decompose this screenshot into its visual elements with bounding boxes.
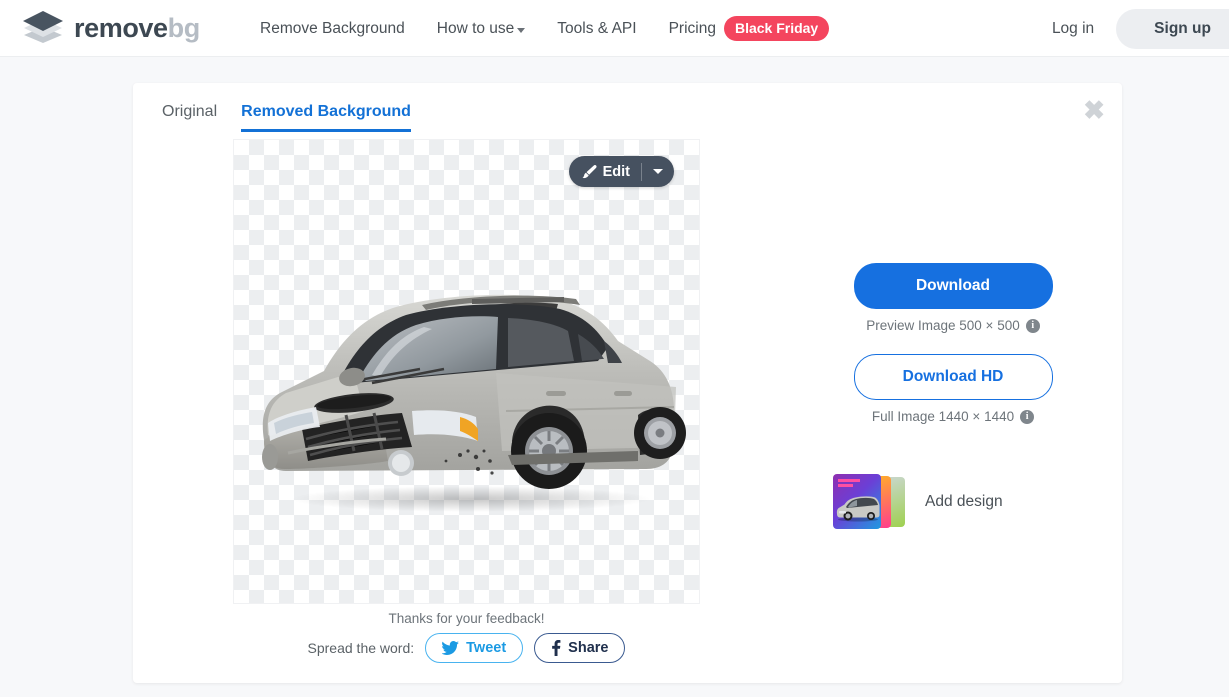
stacked-layers-logo-icon — [22, 9, 64, 47]
add-design-label: Add design — [925, 492, 1003, 510]
image-preview-panel[interactable]: Edit — [233, 139, 700, 604]
nav-item-pricing[interactable]: Pricing Black Friday — [669, 16, 830, 41]
design-thumb-text-line — [838, 484, 853, 487]
nav-item-remove-background[interactable]: Remove Background — [260, 20, 405, 38]
feedback-message: Thanks for your feedback! — [388, 611, 545, 626]
share-button-label: Share — [568, 640, 609, 656]
login-link[interactable]: Log in — [1044, 20, 1102, 38]
tweet-button[interactable]: Tweet — [425, 633, 524, 663]
full-size-note: Full Image 1440 × 1440 i — [813, 409, 1093, 424]
twitter-bird-icon — [442, 641, 460, 655]
nav-label: How to use — [436, 19, 515, 37]
full-size-text: Full Image 1440 × 1440 — [871, 409, 1015, 424]
nav-item-how-to-use[interactable]: How to use — [437, 20, 526, 38]
nav-label: Pricing — [668, 19, 716, 37]
nav-label: Remove Background — [260, 19, 405, 37]
share-row: Spread the word: Tweet Share — [233, 633, 700, 663]
design-thumbnail-stack — [833, 474, 908, 529]
design-thumb-car-icon — [836, 496, 880, 522]
close-icon[interactable]: ✖ — [1083, 97, 1105, 123]
nav-item-tools-api[interactable]: Tools & API — [557, 20, 636, 38]
brush-icon — [582, 165, 597, 179]
logo-text-secondary: bg — [167, 12, 201, 43]
site-header: removebg Remove Background How to use To… — [0, 0, 1229, 57]
info-icon[interactable]: i — [1020, 409, 1035, 424]
tweet-button-label: Tweet — [466, 640, 507, 656]
preview-size-text: Preview Image 500 × 500 — [866, 318, 1020, 333]
signup-button[interactable]: Sign up — [1116, 8, 1229, 49]
facebook-share-button[interactable]: Share — [534, 633, 626, 663]
logo[interactable]: removebg — [22, 9, 200, 47]
design-thumb-purple — [833, 474, 881, 529]
car-image — [262, 294, 686, 512]
edit-button-label: Edit — [602, 163, 630, 180]
tab-removed-background[interactable]: Removed Background — [241, 103, 411, 132]
edit-dropdown-toggle[interactable] — [642, 169, 674, 174]
edit-button-main[interactable]: Edit — [569, 164, 641, 180]
info-icon[interactable]: i — [1025, 318, 1040, 333]
add-design-button[interactable]: Add design — [833, 474, 1093, 529]
main-navigation: Remove Background How to use Tools & API… — [260, 0, 830, 57]
download-hd-button[interactable]: Download HD — [853, 354, 1053, 400]
preview-size-note: Preview Image 500 × 500 i — [813, 318, 1093, 333]
facebook-f-icon — [552, 640, 561, 656]
tab-original[interactable]: Original — [162, 103, 217, 132]
edit-button[interactable]: Edit — [568, 156, 674, 187]
black-friday-badge[interactable]: Black Friday — [723, 16, 830, 41]
download-button[interactable]: Download — [853, 263, 1053, 309]
chevron-down-icon — [517, 27, 526, 33]
result-card: ✖ Original Removed Background Edit Thank… — [133, 83, 1122, 683]
auth-area: Log in Sign up — [1044, 0, 1229, 57]
spread-the-word-label: Spread the word: — [307, 640, 415, 656]
nav-label: Tools & API — [557, 19, 637, 37]
design-thumb-text-line — [838, 479, 860, 482]
result-tabs: Original Removed Background — [162, 103, 411, 132]
logo-text-primary: remove — [74, 12, 168, 43]
chevron-down-icon — [653, 169, 663, 174]
download-panel: Download Preview Image 500 × 500 i Downl… — [813, 263, 1093, 529]
